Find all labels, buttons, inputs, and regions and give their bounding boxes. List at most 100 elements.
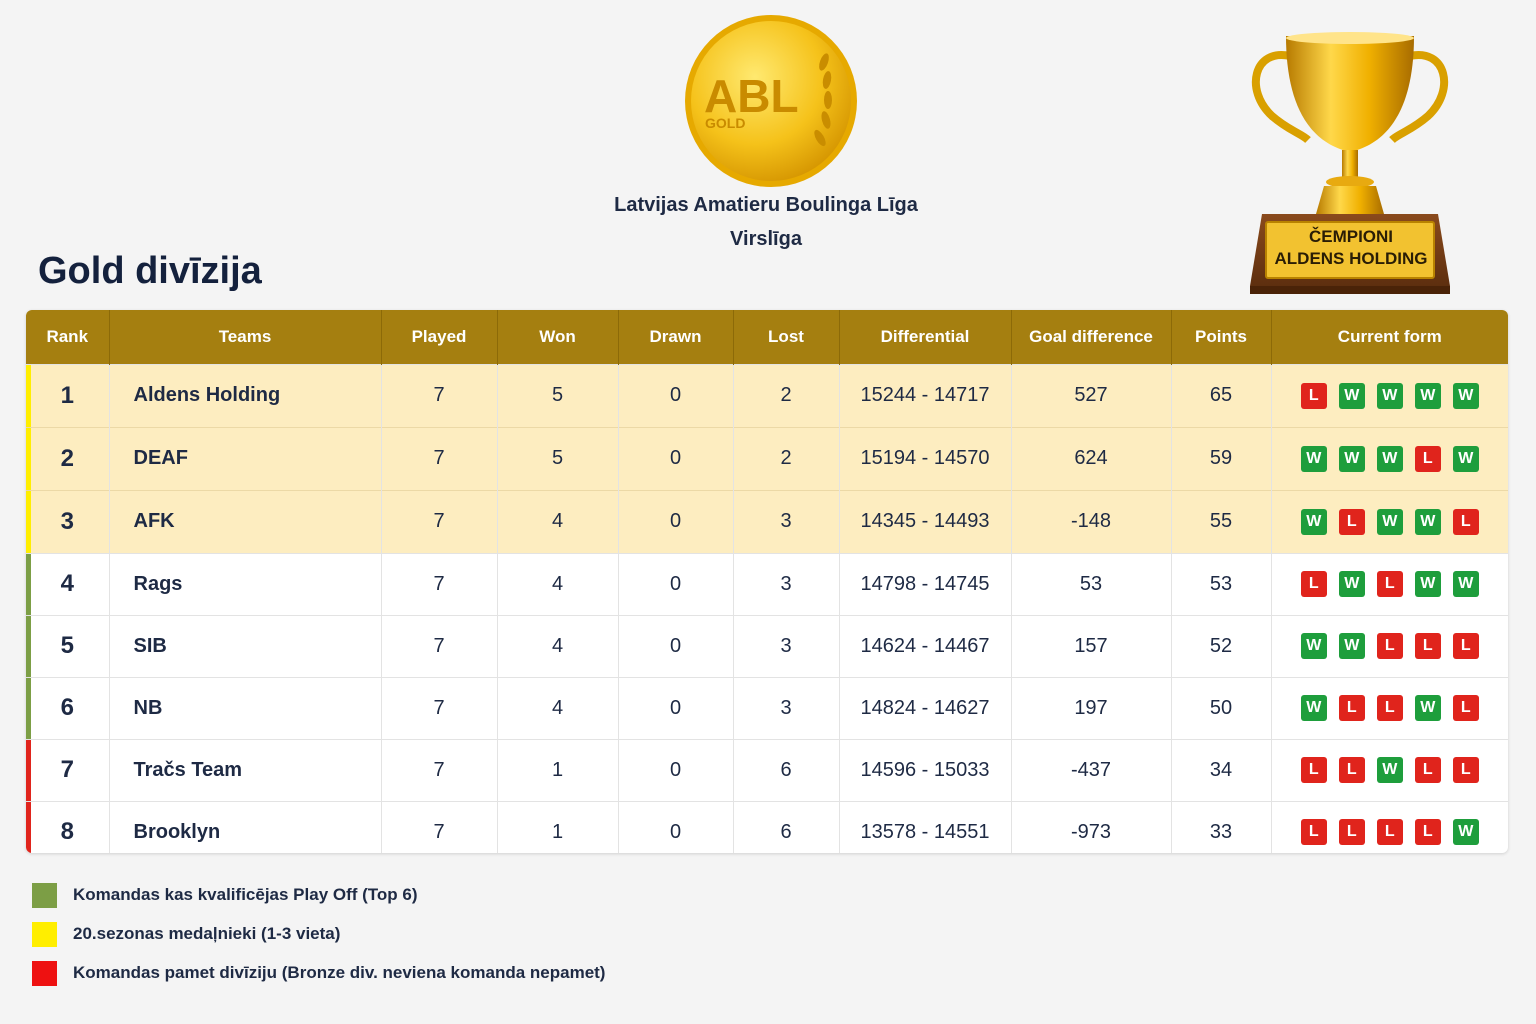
form-badge: W	[1452, 382, 1479, 409]
drawn-cell: 0	[618, 427, 734, 490]
table-row[interactable]: 6 NB 7 4 0 3 14824 - 14627 197 50 W L L W L	[26, 677, 1508, 739]
team-name[interactable]: SIB	[109, 615, 382, 677]
table-row[interactable]: 1 Aldens Holding 7 5 0 2 15244 - 14717 527 65 L W W…	[26, 364, 1508, 427]
col-points[interactable]: Points	[1171, 310, 1272, 364]
form-badge: L	[1376, 571, 1403, 597]
col-rank[interactable]: Rank	[26, 310, 110, 364]
goal-difference-cell: 624	[1011, 427, 1172, 490]
team-name[interactable]: NB	[109, 677, 382, 739]
goal-difference-cell: 527	[1011, 364, 1172, 427]
rank-value: 8	[60, 818, 74, 846]
team-name[interactable]: DEAF	[109, 427, 382, 490]
rank-cell: 1	[26, 364, 110, 427]
team-name[interactable]: Rags	[109, 553, 382, 615]
lost-cell: 3	[733, 490, 840, 553]
legend-item: 20.sezonas medaļnieki (1-3 vieta)	[32, 921, 605, 947]
played-cell: 7	[381, 801, 498, 853]
won-cell: 5	[497, 427, 619, 490]
drawn-cell: 0	[618, 739, 734, 801]
status-indicator	[26, 615, 31, 677]
col-differential[interactable]: Differential	[839, 310, 1012, 364]
table-row[interactable]: 8 Brooklyn 7 1 0 6 13578 - 14551 -973 33 L L L L W	[26, 801, 1508, 853]
form-badge: W	[1414, 695, 1441, 721]
col-lost[interactable]: Lost	[733, 310, 840, 364]
current-form-cell: WLWWL	[1271, 490, 1508, 553]
won-cell: 1	[497, 801, 619, 853]
legend-swatch	[32, 882, 57, 908]
col-goal-difference[interactable]: Goal difference	[1011, 310, 1172, 364]
legend-label: Komandas kas kvalificējas Play Off (Top …	[73, 885, 418, 904]
points-cell: 50	[1171, 677, 1272, 739]
form-badge: L	[1338, 695, 1365, 721]
form-badge: W	[1338, 445, 1365, 472]
won-cell: 5	[497, 364, 619, 427]
form-badge: W	[1338, 382, 1365, 409]
played-cell: 7	[381, 739, 498, 801]
col-current-form[interactable]: Current form	[1271, 310, 1508, 364]
goal-difference-cell: 157	[1011, 615, 1172, 677]
differential-cell: 14798 - 14745	[839, 553, 1012, 615]
form-badge: W	[1338, 633, 1365, 659]
legend-swatch	[32, 960, 57, 986]
table-row[interactable]: 2 DEAF 7 5 0 2 15194 - 14570 624 59 W W W L W	[26, 427, 1508, 490]
form-badge: L	[1414, 633, 1441, 659]
goal-difference-cell: -437	[1011, 739, 1172, 801]
status-indicator	[26, 677, 31, 739]
drawn-cell: 0	[618, 801, 734, 853]
table-row[interactable]: 4 Rags 7 4 0 3 14798 - 14745 53 53 L W L W W	[26, 553, 1508, 615]
logo-sub: GOLD	[705, 115, 745, 131]
form-badge: L	[1300, 819, 1327, 846]
form-badge: W	[1300, 445, 1327, 472]
table-row[interactable]: 3 AFK 7 4 0 3 14345 - 14493 -148 55 W L W W L	[26, 490, 1508, 553]
rank-cell: 7	[26, 739, 110, 801]
page-title: Gold divīzija	[38, 250, 262, 292]
status-indicator	[26, 739, 31, 801]
lost-cell: 2	[733, 427, 840, 490]
form-badge: W	[1414, 508, 1441, 535]
table-row[interactable]: 7 Tračs Team 7 1 0 6 14596 - 15033 -437 34 L L W L L	[26, 739, 1508, 801]
form-badge: W	[1338, 571, 1365, 597]
points-cell: 33	[1171, 801, 1272, 853]
form-badge: W	[1300, 695, 1327, 721]
points-cell: 34	[1171, 739, 1272, 801]
status-indicator	[26, 801, 31, 853]
team-name[interactable]: Aldens Holding	[109, 364, 382, 427]
goal-difference-cell: -148	[1011, 490, 1172, 553]
differential-cell: 14345 - 14493	[839, 490, 1012, 553]
champion-label: ČEMPIONI	[1308, 227, 1394, 246]
form-badge: W	[1300, 508, 1327, 535]
won-cell: 4	[497, 677, 619, 739]
col-played[interactable]: Played	[381, 310, 498, 364]
champion-plaque: ČEMPIONI ALDENS HOLDING	[1264, 226, 1438, 270]
drawn-cell: 0	[618, 490, 734, 553]
team-name[interactable]: AFK	[109, 490, 382, 553]
won-cell: 4	[497, 615, 619, 677]
played-cell: 7	[381, 615, 498, 677]
league-name: Latvijas Amatieru Boulinga Līga	[614, 194, 918, 216]
form-badge: W	[1376, 382, 1403, 409]
team-name[interactable]: Brooklyn	[109, 801, 382, 853]
league-subtitle: Virslīga	[730, 228, 802, 250]
differential-cell: 14624 - 14467	[839, 615, 1012, 677]
rank-cell: 5	[26, 615, 110, 677]
played-cell: 7	[381, 677, 498, 739]
points-cell: 53	[1171, 553, 1272, 615]
rank-value: 7	[60, 756, 74, 783]
col-won[interactable]: Won	[497, 310, 619, 364]
form-badge: L	[1452, 757, 1479, 783]
lost-cell: 3	[733, 615, 840, 677]
played-cell: 7	[381, 364, 498, 427]
differential-cell: 15244 - 14717	[839, 364, 1012, 427]
col-drawn[interactable]: Drawn	[618, 310, 734, 364]
rank-value: 5	[60, 632, 74, 659]
table-row[interactable]: 5 SIB 7 4 0 3 14624 - 14467 157 52 W W L L L	[26, 615, 1508, 677]
col-teams[interactable]: Teams	[109, 310, 382, 364]
form-badge: L	[1452, 508, 1479, 535]
team-name[interactable]: Tračs Team	[109, 739, 382, 801]
form-badge: L	[1338, 508, 1365, 535]
form-badge: L	[1452, 633, 1479, 659]
current-form-cell: LLWLL	[1271, 739, 1508, 801]
won-cell: 4	[497, 490, 619, 553]
form-badge: W	[1376, 445, 1403, 472]
lost-cell: 3	[733, 553, 840, 615]
